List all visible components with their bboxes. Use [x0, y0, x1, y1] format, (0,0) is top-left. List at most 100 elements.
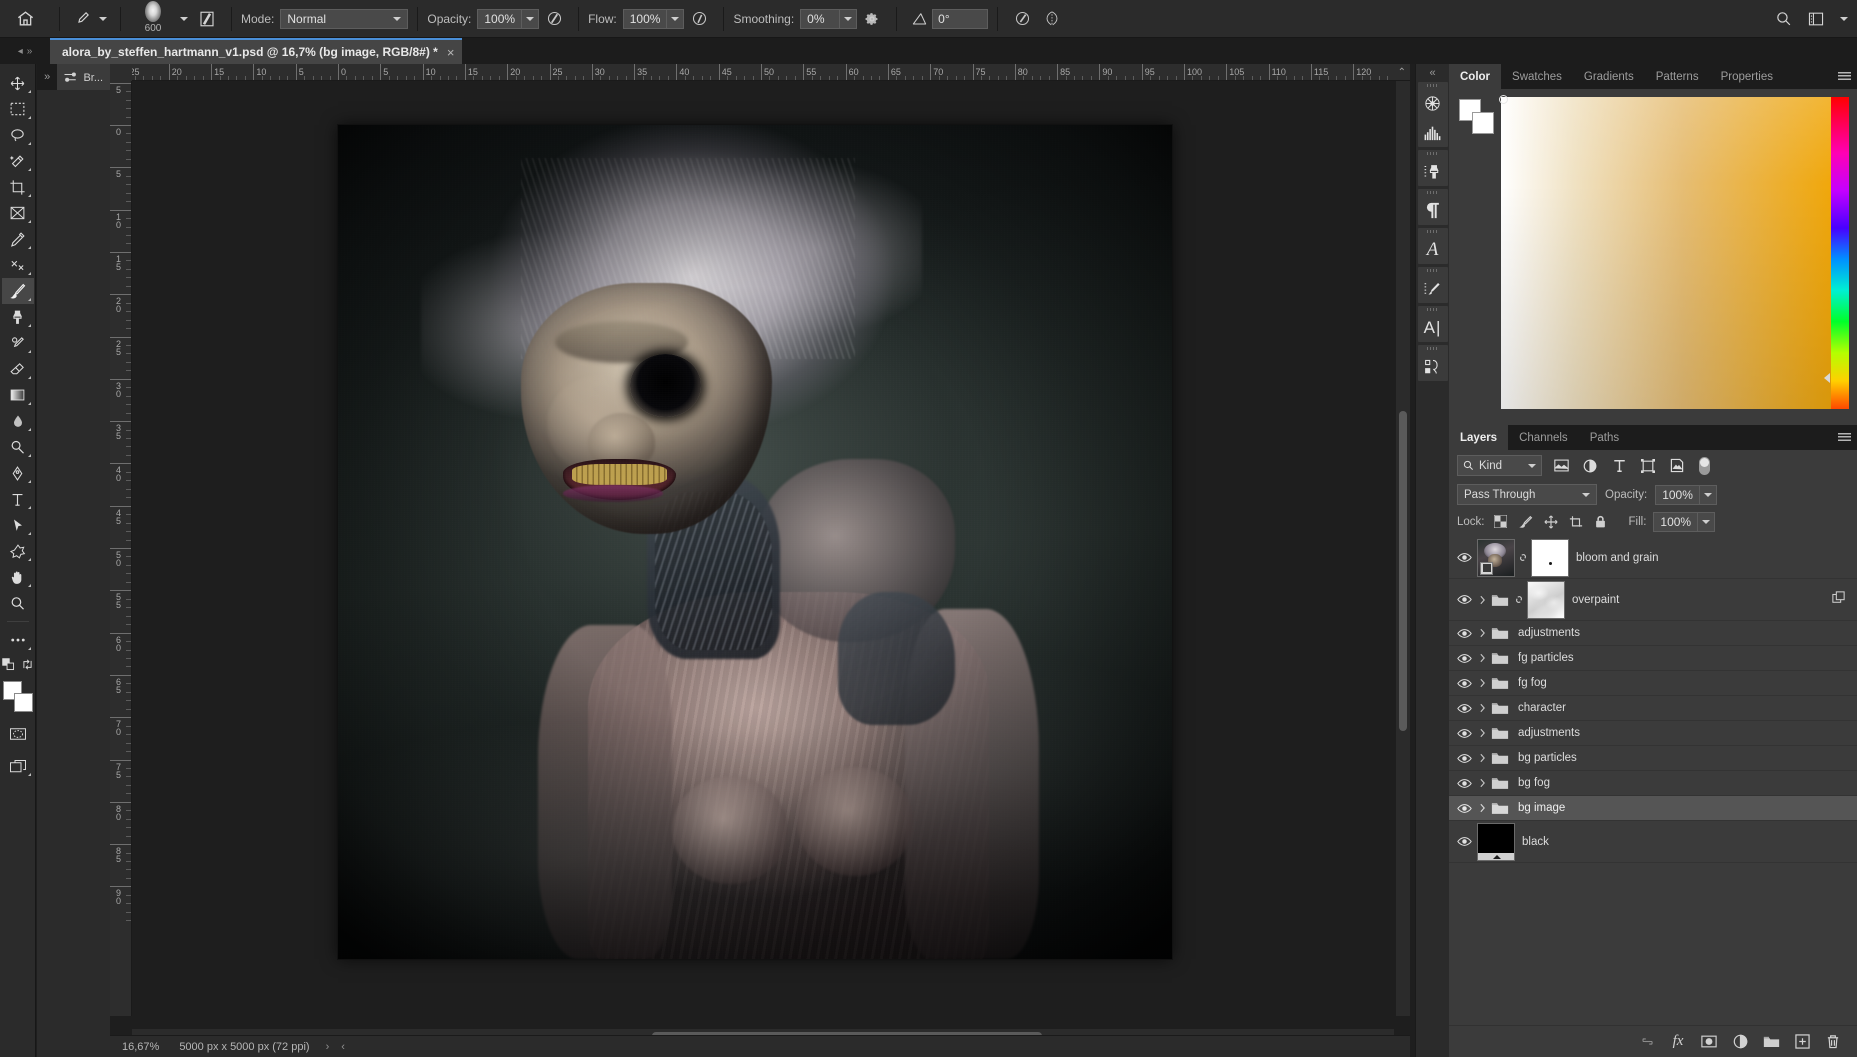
flow-chevron[interactable]: [666, 10, 683, 28]
layer-group-disclosure[interactable]: [1475, 728, 1489, 738]
shape-tool[interactable]: [2, 538, 34, 564]
opacity-stepper[interactable]: 100%: [477, 9, 539, 29]
collapse-panel-button[interactable]: »: [37, 71, 57, 83]
layer-group-disclosure[interactable]: [1475, 753, 1489, 763]
tab-gradients[interactable]: Gradients: [1573, 64, 1645, 89]
chevron-up-icon[interactable]: ⌃: [1398, 67, 1406, 78]
adjustments-dock-icon[interactable]: [1418, 89, 1448, 118]
table-row[interactable]: bloom and grain: [1449, 537, 1857, 579]
table-row[interactable]: adjustments: [1449, 621, 1857, 646]
home-button[interactable]: [0, 9, 50, 28]
panel-grip[interactable]: [1426, 150, 1440, 157]
brush-preset-picker[interactable]: 600: [130, 0, 176, 38]
canvas-viewport[interactable]: [132, 81, 1394, 1016]
link-layers-button[interactable]: [1637, 1032, 1657, 1052]
layer-blend-mode-select[interactable]: Pass Through: [1457, 484, 1597, 505]
eraser-tool[interactable]: [2, 356, 34, 382]
hue-slider[interactable]: [1831, 97, 1849, 409]
smoothing-stepper[interactable]: 0%: [800, 9, 857, 29]
layer-group-disclosure[interactable]: [1475, 778, 1489, 788]
table-row[interactable]: bg fog: [1449, 771, 1857, 796]
layer-group-disclosure[interactable]: [1475, 703, 1489, 713]
layer-visibility-toggle[interactable]: [1453, 821, 1475, 862]
layer-fill-chevron[interactable]: [1697, 513, 1714, 531]
quick-mask-button[interactable]: [2, 721, 34, 747]
panel-grip[interactable]: [1426, 82, 1440, 89]
layer-group-disclosure[interactable]: [1475, 678, 1489, 688]
zoom-tool[interactable]: [2, 590, 34, 616]
scrollbar-thumb[interactable]: [1399, 411, 1407, 731]
smoothing-chevron[interactable]: [839, 10, 856, 28]
filter-smart-objects[interactable]: [1667, 455, 1687, 476]
blend-mode-select[interactable]: Normal: [280, 9, 408, 29]
table-row[interactable]: bg image: [1449, 796, 1857, 821]
background-color-swatch[interactable]: [14, 693, 33, 712]
table-row[interactable]: black: [1449, 821, 1857, 863]
frame-tool[interactable]: [2, 200, 34, 226]
panel-grip[interactable]: [1426, 306, 1440, 313]
lasso-tool[interactable]: [2, 122, 34, 148]
table-row[interactable]: fg fog: [1449, 671, 1857, 696]
filter-enable-toggle[interactable]: [1698, 455, 1711, 476]
spot-healing-brush-tool[interactable]: [2, 252, 34, 278]
filter-shape-layers[interactable]: [1638, 455, 1658, 476]
move-tool[interactable]: [2, 70, 34, 96]
layer-list[interactable]: bloom and grain: [1449, 537, 1857, 1022]
table-row[interactable]: bg particles: [1449, 746, 1857, 771]
layer-filter-kind-select[interactable]: Kind: [1457, 455, 1542, 476]
clone-stamp-tool[interactable]: [2, 304, 34, 330]
vertical-ruler[interactable]: 5051015202530354045505560657075808590: [110, 81, 132, 1016]
layer-mask-link-icon[interactable]: [1511, 593, 1527, 606]
layer-visibility-toggle[interactable]: [1453, 696, 1475, 720]
ruler-corner[interactable]: [110, 64, 132, 81]
tab-layers[interactable]: Layers: [1449, 425, 1508, 450]
color-panel-menu-button[interactable]: [1831, 64, 1857, 89]
actions-dock-icon[interactable]: [1418, 352, 1448, 381]
eyedropper-tool[interactable]: [2, 226, 34, 252]
opacity-pressure-button[interactable]: [539, 4, 569, 34]
color-picker-ring-icon[interactable]: [1499, 95, 1508, 104]
clone-source-dock-icon[interactable]: [1418, 157, 1448, 186]
layers-panel-menu-button[interactable]: [1831, 425, 1857, 450]
brush-tool[interactable]: [2, 278, 34, 304]
new-group-button[interactable]: [1761, 1032, 1781, 1052]
layer-mask-thumbnail[interactable]: [1531, 539, 1569, 577]
filter-type-layers[interactable]: [1609, 455, 1629, 476]
table-row[interactable]: fg particles: [1449, 646, 1857, 671]
layer-visibility-toggle[interactable]: [1453, 646, 1475, 670]
layer-visibility-toggle[interactable]: [1453, 721, 1475, 745]
expand-panels-button[interactable]: «: [1416, 64, 1450, 82]
panel-grip[interactable]: [1426, 345, 1440, 352]
brush-preset-chevron[interactable]: [176, 4, 192, 34]
tab-paths[interactable]: Paths: [1579, 425, 1630, 450]
filter-pixel-layers[interactable]: [1551, 455, 1571, 476]
layer-visibility-toggle[interactable]: [1453, 537, 1475, 578]
chevron-right-icon[interactable]: ›: [320, 1041, 336, 1053]
symmetry-button[interactable]: [1037, 4, 1067, 34]
histogram-dock-icon[interactable]: [1418, 118, 1448, 147]
background-color-swatch[interactable]: [1472, 112, 1494, 134]
layer-opacity-chevron[interactable]: [1699, 486, 1716, 504]
layer-group-disclosure[interactable]: [1475, 653, 1489, 663]
close-icon[interactable]: ×: [447, 46, 455, 59]
path-selection-tool[interactable]: [2, 512, 34, 538]
panel-grip[interactable]: [1426, 267, 1440, 274]
layer-thumbnail[interactable]: [1477, 539, 1515, 577]
table-row[interactable]: character: [1449, 696, 1857, 721]
tool-preset-chevron[interactable]: [95, 4, 111, 34]
layer-group-disclosure[interactable]: [1475, 628, 1489, 638]
layer-visibility-toggle[interactable]: [1453, 621, 1475, 645]
screen-mode-button[interactable]: [2, 753, 34, 779]
workspace-chevron-button[interactable]: [1831, 4, 1857, 34]
table-row[interactable]: overpaint: [1449, 579, 1857, 621]
color-swatches[interactable]: [2, 681, 34, 713]
new-layer-button[interactable]: [1792, 1032, 1812, 1052]
layer-group-mask-thumbnail[interactable]: [1527, 581, 1565, 619]
edit-toolbar-tool[interactable]: [2, 627, 34, 653]
pen-tool[interactable]: [2, 460, 34, 486]
layer-fill-stepper[interactable]: 100%: [1653, 512, 1715, 532]
layer-thumbnail[interactable]: [1477, 823, 1515, 861]
tool-preset-picker[interactable]: [69, 4, 95, 34]
brush-settings-dock-icon[interactable]: [1418, 274, 1448, 303]
lock-artboard-nesting[interactable]: [1567, 512, 1585, 532]
